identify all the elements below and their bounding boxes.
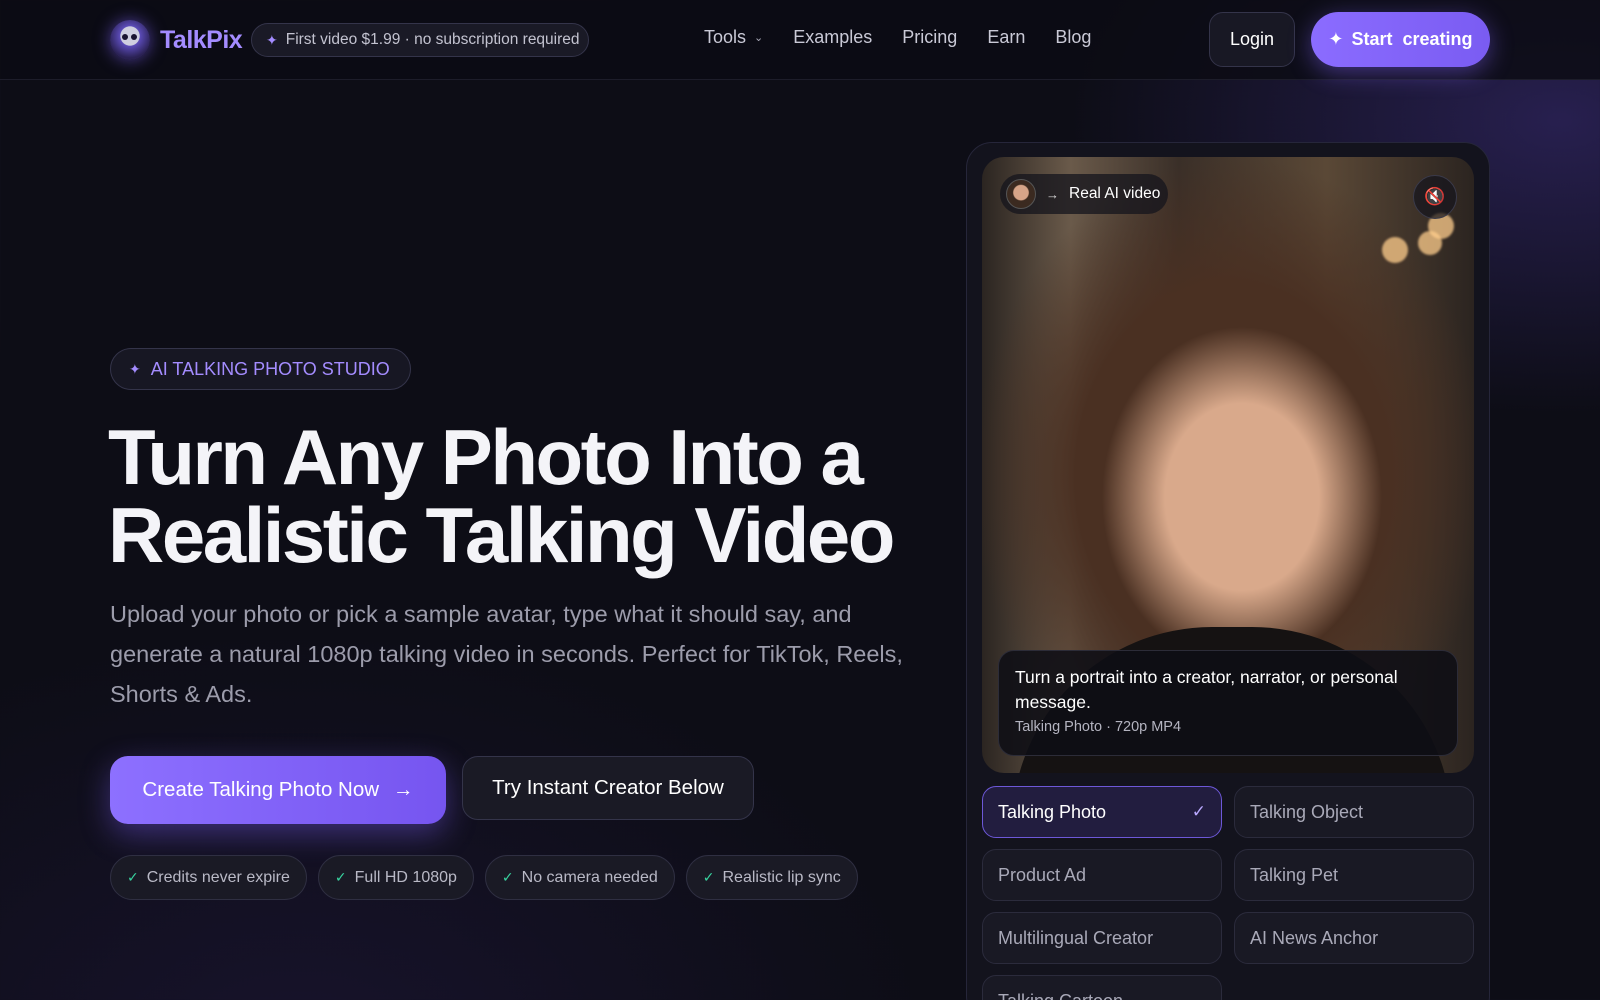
start-creating-label: Start creating [1351, 29, 1473, 49]
option-product-ad[interactable]: Product Ad [982, 849, 1222, 901]
video-badge-text: Real AI video [1069, 185, 1161, 202]
feature-label: Full HD 1080p [354, 868, 457, 886]
eyebrow-text: AI TALKING PHOTO STUDIO [150, 358, 390, 379]
feature-label: No camera needed [521, 868, 658, 886]
caption-text: Turn a portrait into a creator, narrator… [1015, 667, 1398, 712]
option-label: Talking Pet [1250, 864, 1339, 885]
cta-primary-label: Create Talking Photo Now [142, 778, 380, 801]
feature-pills: ✓ Credits never expire ✓ Full HD 1080p ✓ No… [110, 855, 858, 900]
top-nav: TalkPix ✦ First video $1.99 · no subscri… [0, 0, 1600, 80]
option-label: Multilingual Creator [998, 927, 1154, 948]
nav-item-blog[interactable]: Blog [1055, 27, 1091, 48]
option-talking-cartoon[interactable]: Talking Cartoon [982, 975, 1222, 1000]
brand-name: TalkPix [160, 25, 243, 54]
login-button[interactable]: Login [1209, 12, 1295, 67]
option-ai-news-anchor[interactable]: AI News Anchor [1234, 912, 1474, 964]
arrow-right-icon: → [1046, 186, 1059, 202]
video-caption: Turn a portrait into a creator, narrator… [998, 650, 1458, 756]
arrow-right-icon: → [393, 778, 414, 801]
option-talking-photo[interactable]: Talking Photo ✓ [982, 786, 1222, 838]
avatar [1006, 179, 1036, 209]
check-icon: ✓ [127, 869, 139, 885]
bokeh-light [1382, 237, 1408, 263]
nav-item-tools[interactable]: Tools ⌄ [704, 27, 763, 48]
option-label: Talking Photo [998, 801, 1107, 822]
option-label: Product Ad [998, 864, 1087, 885]
main-menu: Tools ⌄ Examples Pricing Earn Blog [704, 27, 1091, 48]
hero-subtitle: Upload your photo or pick a sample avata… [110, 601, 903, 707]
feature-pill: ✓ Full HD 1080p [317, 855, 474, 900]
check-icon: ✓ [702, 869, 715, 885]
logo-mascot-icon [110, 20, 150, 60]
check-icon: ✓ [501, 869, 514, 885]
promo-badge: ✦ First video $1.99 · no subscription re… [251, 23, 589, 57]
brand-logo[interactable]: TalkPix [110, 20, 243, 60]
sparkle-icon: ✦ [129, 360, 141, 377]
chevron-down-icon: ⌄ [754, 32, 764, 44]
option-multilingual-creator[interactable]: Multilingual Creator [982, 912, 1222, 964]
hero-title-line-2: Realistic Talking Video [108, 491, 895, 579]
feature-label: Credits never expire [146, 868, 290, 886]
sparkle-icon: ✦ [266, 31, 278, 48]
video-badge: → Real AI video [1000, 174, 1168, 214]
option-label: Talking Cartoon [998, 991, 1123, 1000]
start-creating-button[interactable]: ✦ Start creating [1311, 12, 1490, 67]
option-talking-pet[interactable]: Talking Pet [1234, 849, 1474, 901]
try-instant-creator-button[interactable]: Try Instant Creator Below [462, 756, 754, 820]
check-icon: ✓ [334, 869, 347, 885]
nav-item-pricing[interactable]: Pricing [902, 27, 957, 48]
nav-item-label: Tools [704, 27, 747, 47]
option-talking-object[interactable]: Talking Object [1234, 786, 1474, 838]
eyebrow-badge: ✦ AI TALKING PHOTO STUDIO [110, 348, 411, 390]
feature-label: Realistic lip sync [722, 868, 841, 886]
mode-options: Talking Photo ✓ Talking Object Product Ad… [982, 786, 1474, 1000]
feature-pill: ✓ Credits never expire [110, 855, 307, 900]
hero-title: Turn Any Photo Into a Realistic Talking … [108, 418, 948, 574]
feature-pill: ✓ No camera needed [484, 855, 675, 900]
create-talking-photo-button[interactable]: Create Talking Photo Now → [110, 756, 446, 824]
check-icon: ✓ [1191, 802, 1206, 821]
hero-title-line-1: Turn Any Photo Into a [108, 413, 864, 501]
caption-meta: Talking Photo · 720p MP4 [1015, 719, 1182, 735]
mute-toggle-icon[interactable]: 🔇 [1413, 175, 1457, 219]
feature-pill: ✓ Realistic lip sync [685, 855, 858, 900]
sparkle-icon: ✦ [1328, 29, 1344, 49]
nav-item-examples[interactable]: Examples [793, 27, 872, 48]
option-label: Talking Object [1250, 801, 1364, 822]
promo-text: First video $1.99 · no subscription requ… [285, 31, 580, 48]
option-label: AI News Anchor [1250, 927, 1379, 948]
nav-item-earn[interactable]: Earn [987, 27, 1025, 48]
